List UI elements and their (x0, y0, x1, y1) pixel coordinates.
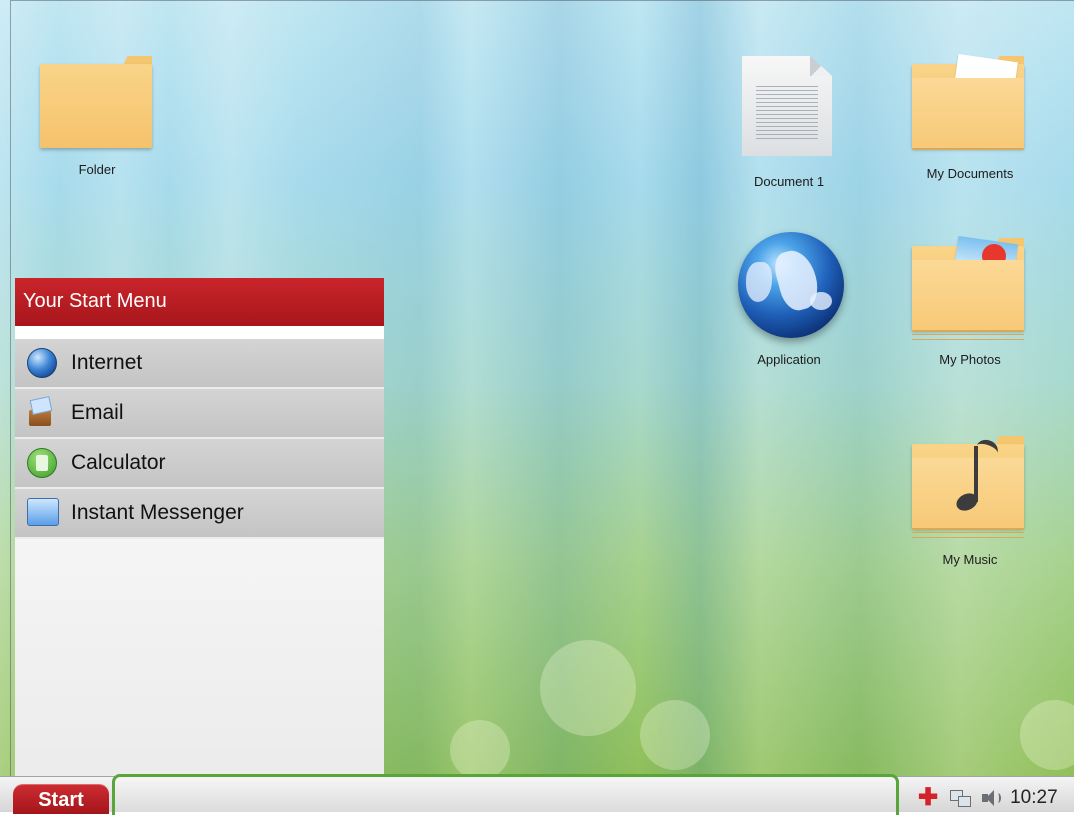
desktop-icon-my-photos[interactable]: My Photos (908, 232, 1038, 372)
taskbar: Start ✚ 10:27 (0, 774, 1074, 815)
icon-label: My Music (942, 552, 998, 567)
folder-icon (40, 56, 152, 148)
system-tray: ✚ 10:27 (918, 785, 1058, 811)
desktop-icon-my-documents[interactable]: My Documents (908, 53, 1038, 186)
photos-folder-icon (912, 235, 1024, 342)
taskbar-window-area[interactable] (112, 774, 899, 815)
start-button[interactable]: Start (13, 784, 109, 814)
menu-item-label: Instant Messenger (71, 501, 244, 524)
icon-label: Document 1 (753, 174, 825, 189)
start-menu-item-calculator[interactable]: Calculator (15, 439, 384, 489)
menu-item-label: Internet (71, 351, 143, 374)
start-menu-item-email[interactable]: Email (15, 389, 384, 439)
globe-icon (27, 348, 57, 378)
calculator-icon (27, 448, 57, 478)
menu-item-label: Calculator (71, 451, 166, 474)
desktop-icon-document[interactable]: Document 1 (734, 56, 844, 196)
start-menu-item-internet[interactable]: Internet (15, 339, 384, 389)
desktop-icon-folder[interactable]: Folder (40, 56, 154, 186)
desktop: Folder Document 1 Application My Documen… (0, 0, 1074, 811)
volume-icon[interactable] (982, 790, 1002, 806)
globe-icon (738, 232, 844, 338)
documents-folder-icon (912, 53, 1024, 150)
bokeh-light (640, 700, 710, 770)
icon-label: Folder (78, 162, 116, 177)
document-icon (742, 56, 832, 156)
bokeh-light (1020, 700, 1074, 770)
bokeh-light (540, 640, 636, 736)
icon-label: Application (757, 352, 821, 367)
icon-label: My Documents (926, 166, 1014, 181)
messenger-icon (27, 498, 59, 528)
start-menu-item-instant-messenger[interactable]: Instant Messenger (15, 489, 384, 539)
menu-item-label: Email (71, 401, 124, 424)
icon-label: My Photos (939, 352, 1001, 367)
desktop-icon-my-music[interactable]: My Music (908, 420, 1038, 570)
desktop-icon-application[interactable]: Application (734, 232, 844, 372)
start-menu-header: Your Start Menu (15, 278, 384, 326)
music-folder-icon (912, 436, 1024, 540)
email-icon (27, 396, 57, 428)
clock[interactable]: 10:27 (1010, 787, 1058, 809)
network-icon[interactable] (950, 790, 972, 807)
plus-icon[interactable]: ✚ (918, 786, 938, 810)
start-menu: Your Start Menu Internet Email Calculato… (15, 278, 384, 790)
bokeh-light (450, 720, 510, 780)
